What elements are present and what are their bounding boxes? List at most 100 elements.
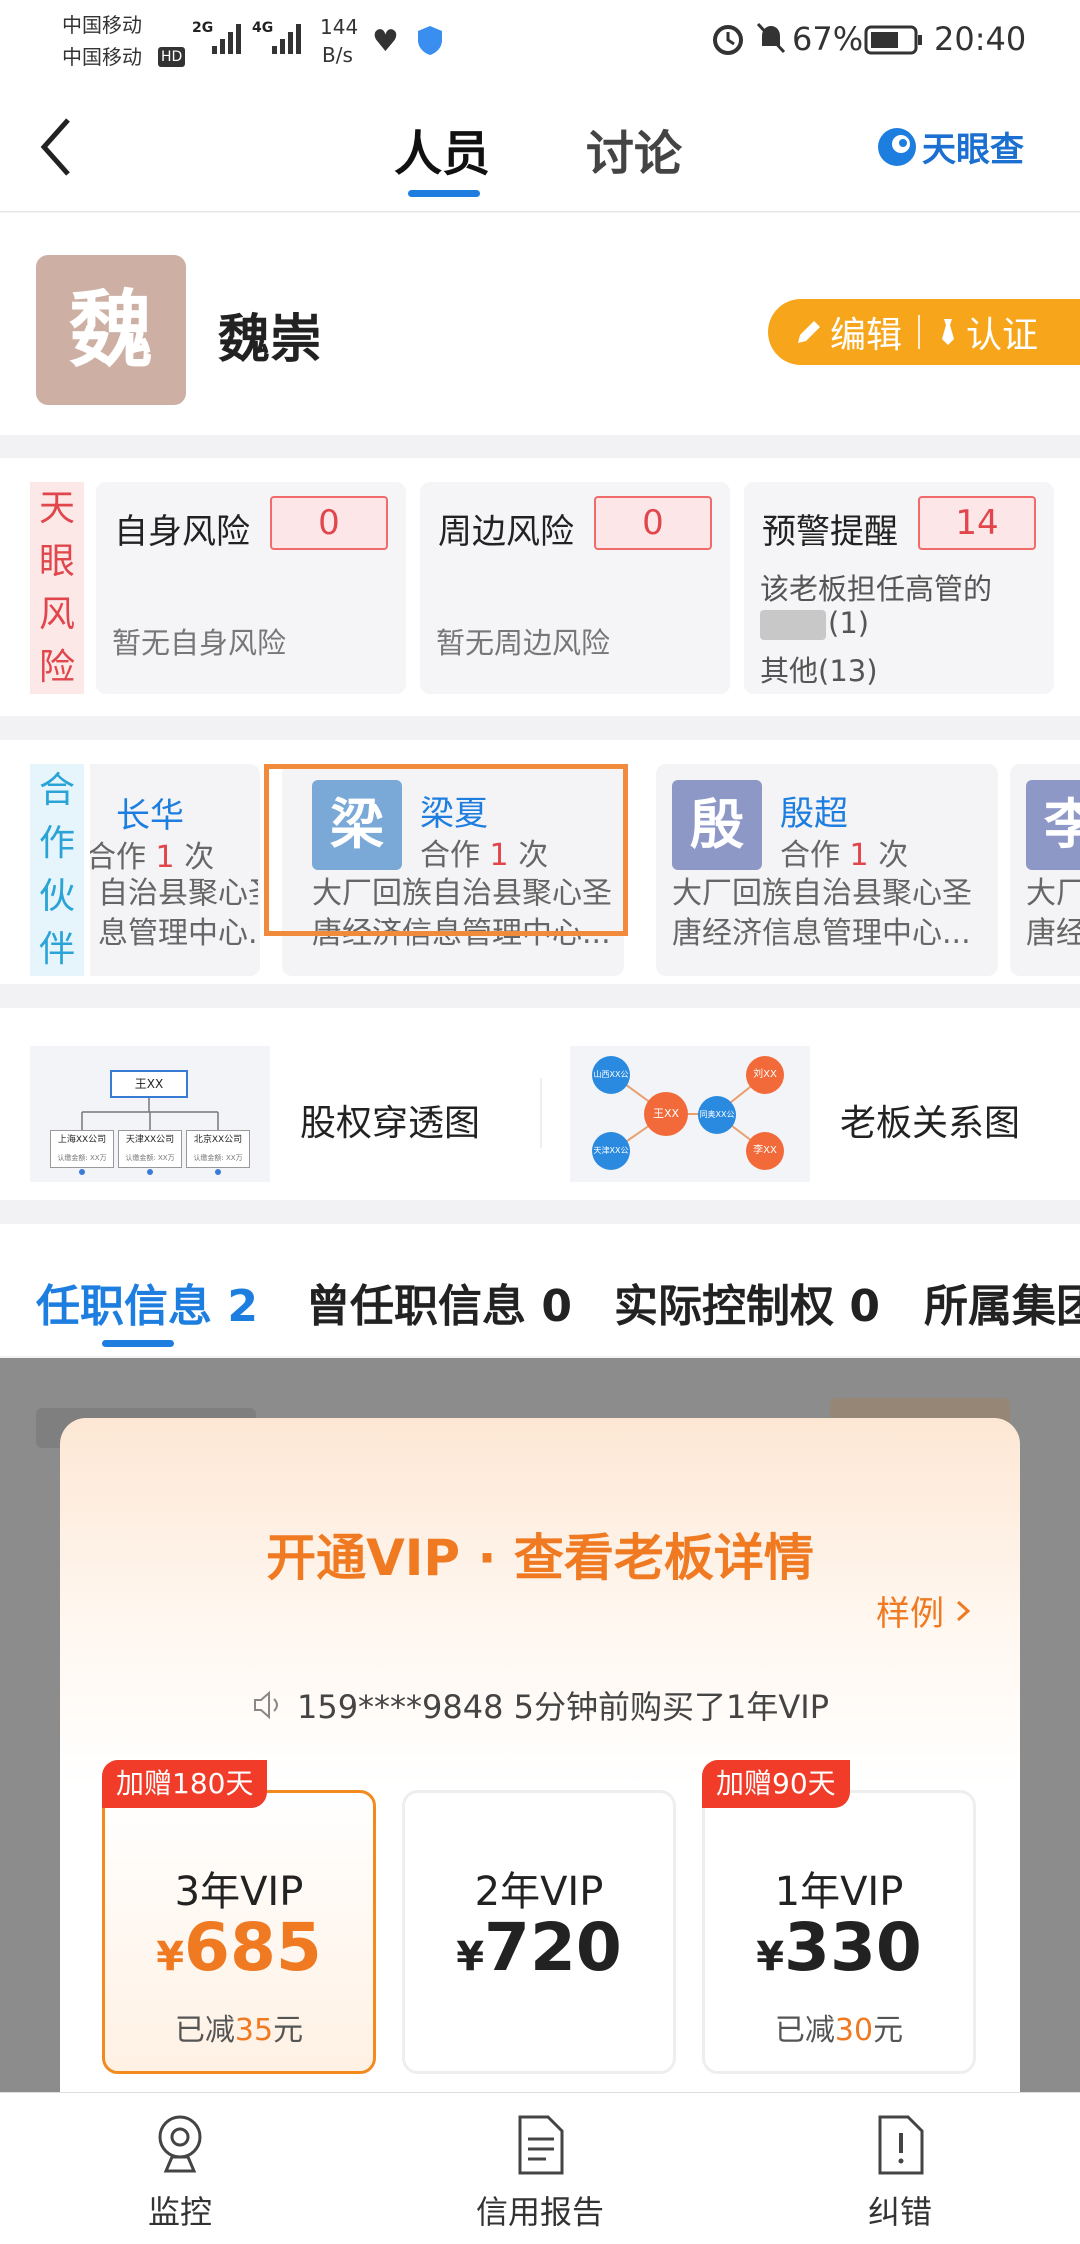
cut-amount: 30	[834, 2013, 874, 2048]
relation-graph-link[interactable]: 老板关系图	[840, 1094, 1020, 1146]
certify-label: 认证	[966, 315, 1039, 356]
tab-control-rights[interactable]: 实际控制权 0	[614, 1270, 880, 1334]
carrier-2: 中国移动	[62, 45, 142, 69]
nav-report-label: 信用报告	[475, 2193, 604, 2231]
around-risk-card[interactable]: 周边风险 0 暂无周边风险	[420, 482, 730, 694]
tab-discuss[interactable]: 讨论	[586, 114, 682, 184]
cut-pre: 已减	[774, 2013, 835, 2048]
relation-node: 李XX	[746, 1132, 784, 1170]
tab-former-positions[interactable]: 曾任职信息 0	[306, 1270, 572, 1334]
self-risk-card[interactable]: 自身风险 0 暂无自身风险	[96, 482, 406, 694]
partner-card[interactable]: 长华 合作 1 次 自治县聚心圣 息管理中心...	[90, 764, 260, 976]
relation-thumbnail[interactable]: 王XX 山西XX公司 天津XX公司 同奥XX公司 刘XX 李XX	[570, 1046, 810, 1182]
gift-badge: 加赠180天	[102, 1760, 268, 1808]
plan-2year[interactable]: 2年VIP ¥720	[402, 1790, 676, 2074]
alert-line-3: 其他(13)	[760, 654, 878, 688]
alert-title: 预警提醒	[762, 512, 898, 552]
risk-section: 天 眼 风 险 自身风险 0 暂无自身风险 周边风险 0 暂无周边风险 预警提醒…	[0, 458, 1080, 716]
tab-indicator	[408, 190, 480, 197]
equity-graph-link[interactable]: 股权穿透图	[300, 1094, 480, 1146]
price-value: 330	[784, 1909, 922, 1986]
battery-icon	[864, 24, 924, 60]
equity-node: 天津XX公司 认缴金额: XX万	[118, 1130, 182, 1168]
edit-button[interactable]: 编辑	[794, 306, 902, 358]
signal-icon	[212, 20, 244, 56]
equity-node-label: 上海XX公司	[57, 1135, 107, 1145]
speaker-icon	[253, 1690, 278, 1720]
relation-node: 刘XX	[746, 1056, 784, 1094]
partner-desc-1: 大厂回族自治县聚心圣	[672, 876, 972, 911]
profile-section: 魏 魏崇 编辑 认证	[0, 213, 1080, 435]
error-report-icon	[878, 2115, 924, 2175]
yen-sign: ¥	[156, 1934, 185, 1980]
profile-avatar: 魏	[36, 255, 186, 405]
nav-correct[interactable]: 纠错	[820, 2107, 980, 2237]
notice-text: 159****9848 5分钟前购买了1年VIP	[296, 1688, 830, 1726]
nav-correct-label: 纠错	[867, 2193, 932, 2231]
partner-name: 长华	[116, 796, 184, 836]
partners-section: 合 作 伙 伴 长华 合作 1 次 自治县聚心圣 息管理中心... 梁 梁夏 合…	[0, 740, 1080, 984]
alert-card[interactable]: 预警提醒 14 该老板担任高管的 (1) 其他(13)	[744, 482, 1054, 694]
pill-divider	[918, 315, 921, 349]
carrier-1: 中国移动	[62, 13, 142, 37]
coop-suffix: 次	[184, 840, 215, 875]
self-risk-title: 自身风险	[114, 512, 250, 552]
plan-1year[interactable]: 1年VIP ¥330 已减30元	[702, 1790, 976, 2074]
hd-badge: HD	[158, 47, 186, 67]
plan-discount: 已减35元	[105, 2005, 373, 2049]
clock: 20:40	[934, 20, 1027, 58]
vip-modal: 开通VIP · 查看老板详情 样例 159****9848 5分钟前购买了1年V…	[60, 1418, 1020, 2092]
plan-price: ¥720	[405, 1909, 673, 1986]
partners-label-3: 伙	[38, 876, 75, 917]
plan-price: ¥330	[705, 1909, 973, 1986]
tie-icon	[942, 319, 955, 345]
partners-scroller[interactable]: 长华 合作 1 次 自治县聚心圣 息管理中心... 梁 梁夏 合作 1 次 大厂…	[90, 764, 1080, 976]
equity-thumbnail[interactable]: 王XX 上海XX公司 认缴金额: XX万 天津XX公司 认缴金额: XX万 北京XX…	[30, 1046, 270, 1182]
relation-node: 天津XX公司	[592, 1132, 630, 1170]
partners-label-1: 合	[38, 770, 75, 811]
app-root: 中国移动 中国移动 HD 2G 4G 144 B/s ♥ 67% 20:40 人…	[0, 0, 1080, 2244]
cut-post: 元	[273, 2013, 304, 2048]
tab-group[interactable]: 所属集团	[924, 1270, 1080, 1334]
partner-card[interactable]: 殷 殷超 合作 1 次 大厂回族自治县聚心圣 唐经济信息管理中心...	[656, 764, 998, 976]
relation-node: 山西XX公司	[592, 1056, 630, 1094]
nav-report[interactable]: 信用报告	[460, 2107, 620, 2237]
partner-card[interactable]: 李 大厂 唐经	[1010, 764, 1080, 976]
eye-logo-icon	[878, 127, 916, 166]
partner-desc-1: 大厂	[1026, 876, 1080, 911]
speed-value: 144	[320, 15, 359, 39]
partner-coop: 合作 1 次	[90, 832, 214, 876]
plan-3year[interactable]: 3年VIP ¥685 已减35元	[102, 1790, 376, 2074]
coop-suffix: 次	[878, 838, 909, 873]
sample-label: 样例	[876, 1594, 944, 1634]
net-4g: 4G	[252, 20, 274, 36]
price-value: 685	[184, 1909, 322, 1986]
certify-button[interactable]: 认证	[936, 306, 1038, 358]
net-2g: 2G	[192, 20, 214, 36]
alert-line-2: (1)	[828, 606, 870, 640]
partners-label-2: 作	[38, 823, 75, 864]
tab-current-positions[interactable]: 任职信息 2	[36, 1270, 258, 1334]
brand-name: 天眼查	[922, 130, 1024, 170]
nav-monitor[interactable]: 监控	[100, 2107, 260, 2237]
sample-link[interactable]: 样例	[876, 1586, 976, 1635]
alert-line-1: 该老板担任高管的	[760, 572, 993, 606]
risk-label-2: 眼	[38, 541, 75, 582]
partner-desc-1: 自治县聚心圣	[98, 876, 258, 911]
cut-post: 元	[873, 2013, 904, 2048]
partner-avatar: 李	[1026, 780, 1080, 870]
equity-node-sub: 认缴金额: XX万	[193, 1154, 243, 1162]
back-icon[interactable]	[34, 112, 84, 182]
equity-node-sub: 认缴金额: XX万	[125, 1154, 175, 1162]
self-risk-desc: 暂无自身风险	[112, 626, 287, 660]
yen-sign: ¥	[456, 1934, 485, 1980]
equity-node-label: 天津XX公司	[125, 1135, 175, 1145]
edit-label: 编辑	[830, 315, 903, 356]
tab-people[interactable]: 人员	[394, 114, 490, 184]
camera-icon	[158, 2115, 202, 2173]
signal-icon	[272, 20, 304, 56]
equity-node: 北京XX公司 认缴金额: XX万	[186, 1130, 250, 1168]
partner-avatar: 殷	[672, 780, 762, 870]
equity-node-sub: 认缴金额: XX万	[57, 1154, 107, 1162]
partners-label-4: 伴	[38, 929, 75, 970]
